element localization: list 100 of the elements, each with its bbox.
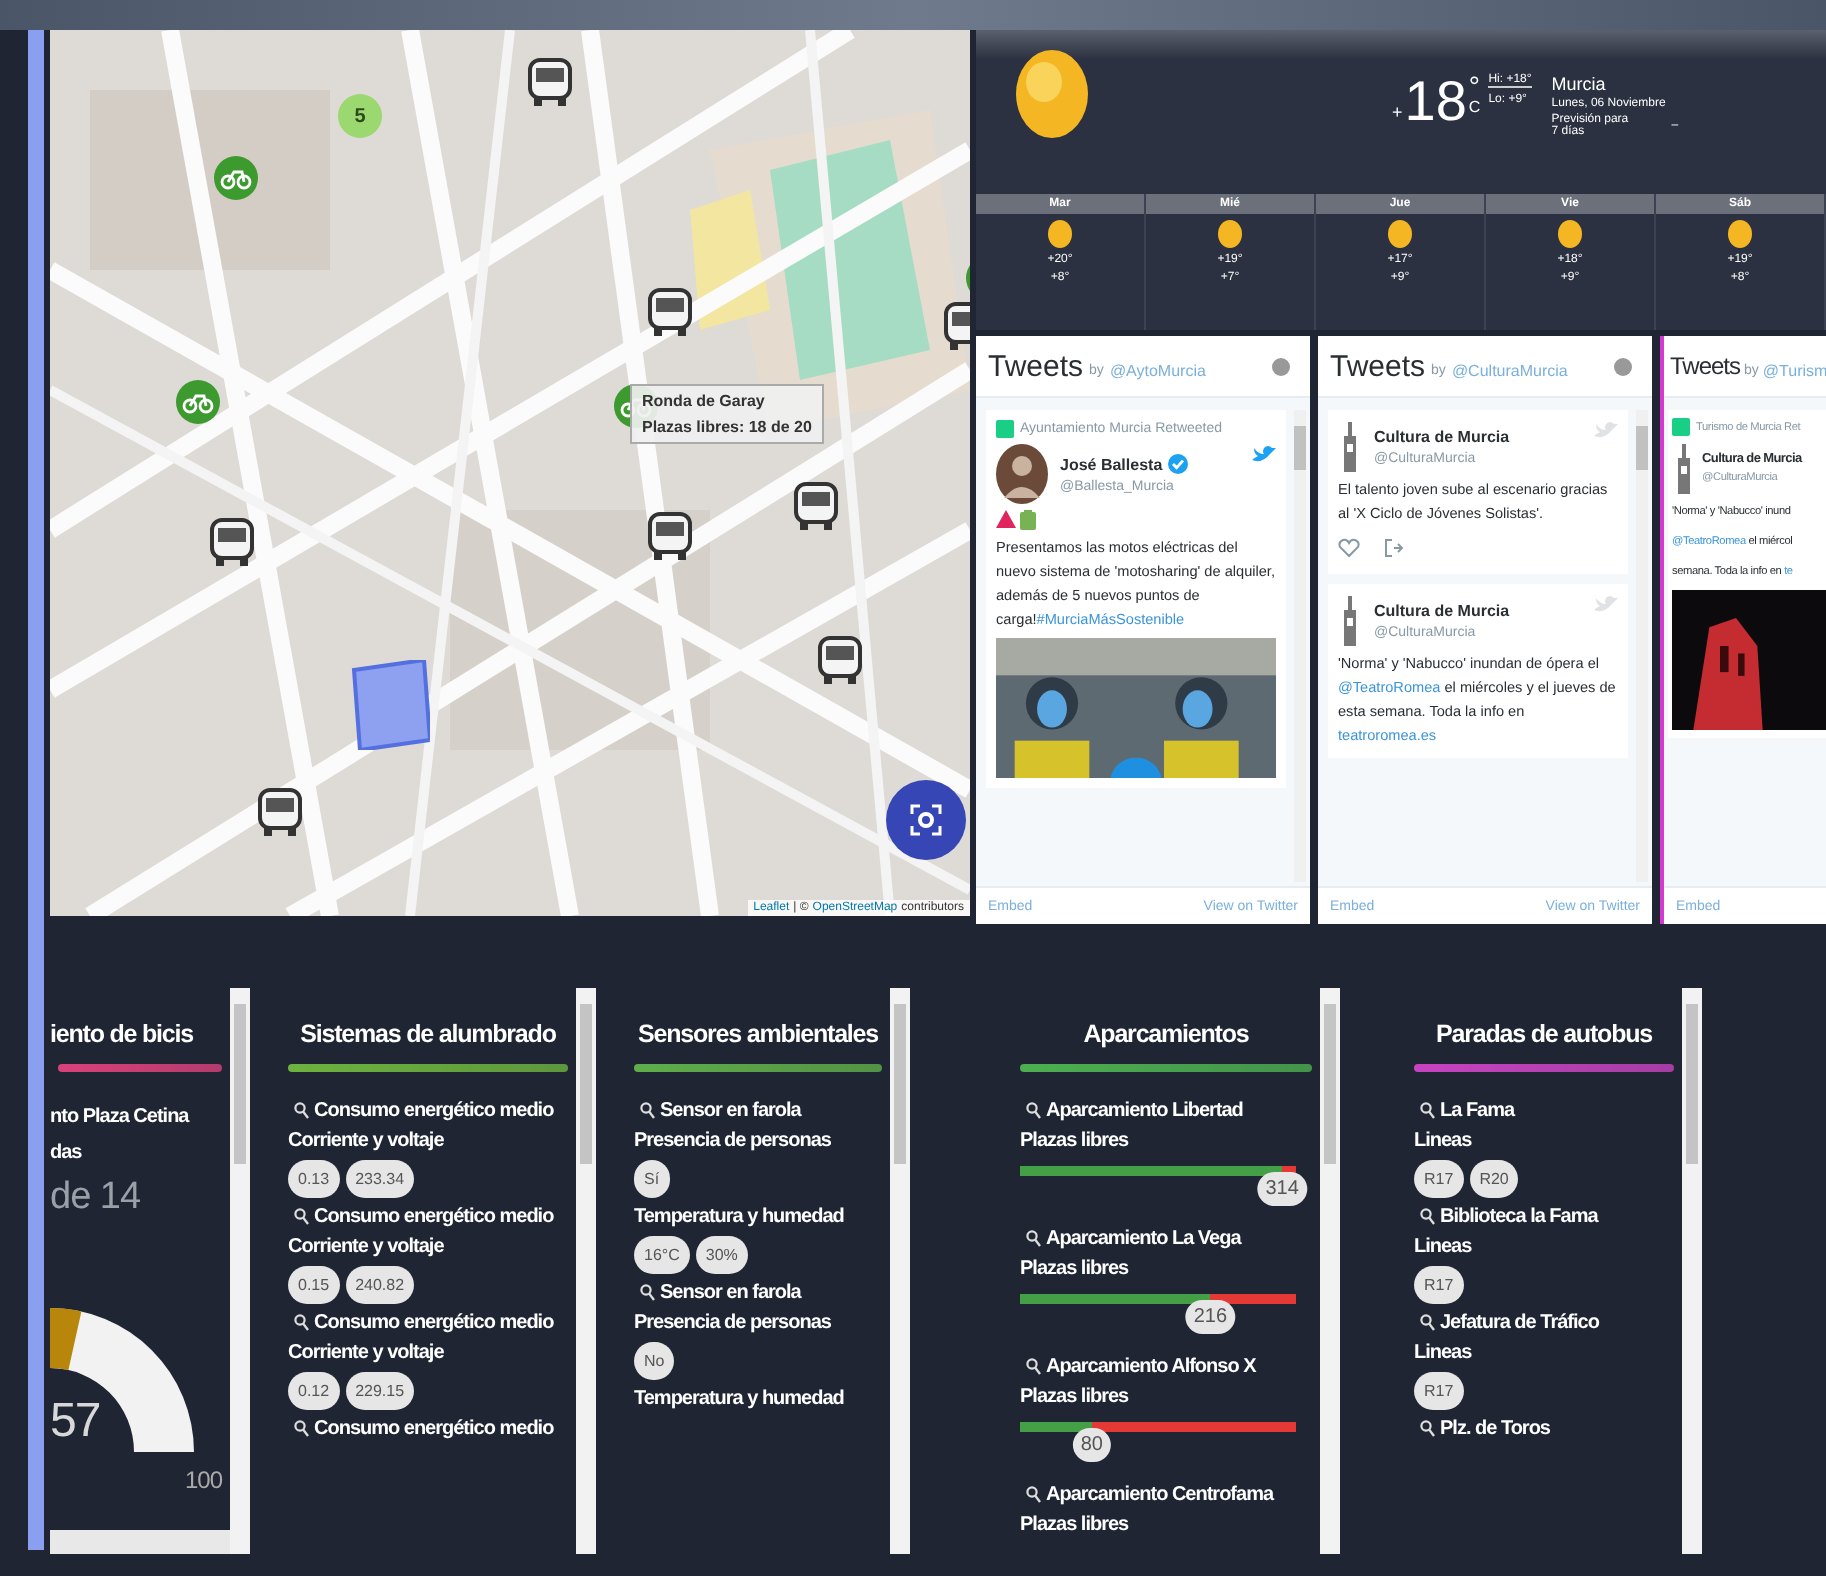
value-chip: 240.82 xyxy=(345,1266,415,1304)
item-name[interactable]: La Fama xyxy=(1440,1100,1515,1122)
measure-label: Plazas libres xyxy=(1020,1514,1131,1536)
item-name[interactable]: Sensor en farola xyxy=(660,1100,801,1122)
value-chip: R17 xyxy=(1414,1160,1464,1198)
value-chip: 0.13 xyxy=(288,1160,340,1198)
timeline-title: Tweets xyxy=(1670,352,1741,380)
search-icon xyxy=(1026,1486,1042,1504)
search-icon xyxy=(1026,1102,1042,1120)
bus-icon[interactable] xyxy=(790,480,842,532)
temperature-sign: + xyxy=(1392,102,1403,122)
avatar-icon xyxy=(996,444,1048,504)
scrollbar[interactable] xyxy=(230,988,250,1554)
value-chip: 314 xyxy=(1257,1172,1307,1206)
measure-label: Plazas libres xyxy=(1020,1130,1131,1152)
item-name[interactable]: Consumo energético medio xyxy=(314,1206,554,1228)
heart-icon[interactable] xyxy=(1338,538,1360,558)
measure-label: Temperatura y humedad xyxy=(634,1388,846,1410)
item-name[interactable]: Aparcamiento Libertad xyxy=(1046,1100,1243,1122)
panel-title: iento de bicis xyxy=(50,1020,195,1048)
panel-title: Aparcamientos xyxy=(1081,1020,1251,1048)
bus-icon[interactable] xyxy=(524,56,576,108)
item-name[interactable]: Aparcamiento Alfonso X xyxy=(1046,1356,1256,1378)
scrollbar[interactable] xyxy=(1294,410,1306,882)
value-chip: 0.15 xyxy=(288,1266,340,1304)
bus-icon[interactable] xyxy=(254,786,306,838)
value-chip: Sí xyxy=(634,1160,670,1198)
scrollbar[interactable] xyxy=(890,988,910,1554)
search-icon xyxy=(294,1420,310,1438)
search-icon xyxy=(1420,1102,1436,1120)
item-name[interactable]: Jefatura de Tráfico xyxy=(1440,1312,1599,1334)
item-name[interactable]: Consumo energético medio xyxy=(314,1312,554,1334)
author-name[interactable]: José Ballesta xyxy=(1060,455,1163,473)
search-icon xyxy=(1420,1208,1436,1226)
gauge-max: 100 xyxy=(184,1466,222,1494)
value-chip: 80 xyxy=(1072,1428,1111,1462)
city-name: Murcia xyxy=(1551,74,1608,94)
bike-marker-icon[interactable] xyxy=(214,156,258,200)
search-icon xyxy=(1420,1420,1436,1438)
measure-label: Corriente y voltaje xyxy=(288,1130,446,1152)
share-icon[interactable] xyxy=(1384,538,1404,558)
warning-icon xyxy=(996,510,1016,528)
item-name[interactable]: Consumo energético medio xyxy=(314,1418,554,1440)
search-icon xyxy=(1026,1358,1042,1376)
info-icon[interactable] xyxy=(1614,357,1632,375)
info-icon[interactable] xyxy=(1272,357,1290,375)
measure-label: Presencia de personas xyxy=(634,1130,833,1152)
sun-icon xyxy=(1558,220,1582,248)
panel-text: das xyxy=(50,1140,84,1168)
value-chip: R17 xyxy=(1414,1372,1464,1410)
value-chip: 0.12 xyxy=(288,1372,340,1410)
search-icon xyxy=(640,1284,656,1302)
scrollbar[interactable] xyxy=(50,1530,230,1554)
tower-icon xyxy=(1338,594,1362,646)
value-chip: 216 xyxy=(1185,1300,1236,1334)
author-name[interactable]: Cultura de Murcia xyxy=(1374,601,1510,619)
sun-icon xyxy=(1048,220,1072,248)
measure-label: Plazas libres xyxy=(1020,1258,1131,1280)
tower-icon xyxy=(1338,420,1362,472)
panel-title: Sensores ambientales xyxy=(635,1020,880,1048)
item-name[interactable]: Consumo energético medio xyxy=(314,1100,554,1122)
value-chip: 30% xyxy=(695,1236,748,1274)
sun-icon xyxy=(1388,220,1412,248)
item-name[interactable]: Sensor en farola xyxy=(660,1282,801,1304)
measure-label: Corriente y voltaje xyxy=(288,1236,446,1258)
highlighted-area[interactable] xyxy=(350,660,430,750)
value-chip: No xyxy=(634,1342,675,1380)
author-name[interactable]: Cultura de Murcia xyxy=(1374,427,1510,445)
measure-label: Plazas libres xyxy=(1020,1386,1131,1408)
bird-icon[interactable] xyxy=(1252,444,1276,464)
panel-title: Paradas de autobus xyxy=(1434,1020,1654,1048)
item-name[interactable]: Aparcamiento La Vega xyxy=(1046,1228,1241,1250)
bus-icon[interactable] xyxy=(814,634,866,686)
item-name[interactable]: Plz. de Toros xyxy=(1440,1418,1550,1440)
measure-label: Presencia de personas xyxy=(634,1312,833,1334)
temperature-unit: C xyxy=(1468,98,1481,116)
scrollbar[interactable] xyxy=(1682,988,1702,1554)
measure-label: Corriente y voltaje xyxy=(288,1342,446,1364)
sun-icon xyxy=(1012,46,1092,142)
bus-icon[interactable] xyxy=(644,510,696,562)
popup-text: Plazas libres: 18 de 20 xyxy=(642,418,812,436)
bus-icon[interactable] xyxy=(206,516,258,568)
measure-label: Lineas xyxy=(1414,1342,1474,1364)
scrollbar[interactable] xyxy=(1636,410,1648,882)
panel-title: Sistemas de alumbrado xyxy=(298,1020,558,1048)
search-icon xyxy=(1026,1230,1042,1248)
measure-label: Temperatura y humedad xyxy=(634,1206,846,1228)
search-icon xyxy=(294,1102,310,1120)
degree-sign: ° xyxy=(1468,74,1481,98)
sun-icon xyxy=(1728,220,1752,248)
measure-label: Lineas xyxy=(1414,1130,1474,1152)
value-chip: R17 xyxy=(1414,1266,1464,1304)
scrollbar[interactable] xyxy=(1320,988,1340,1554)
item-name[interactable]: Biblioteca la Fama xyxy=(1440,1206,1598,1228)
scrollbar[interactable] xyxy=(576,988,596,1554)
timeline-title: Tweets xyxy=(1330,349,1426,383)
search-icon xyxy=(294,1208,310,1226)
item-name[interactable]: Aparcamiento Centrofama xyxy=(1046,1484,1274,1506)
bike-marker-icon[interactable] xyxy=(176,380,220,424)
bus-icon[interactable] xyxy=(644,286,696,338)
